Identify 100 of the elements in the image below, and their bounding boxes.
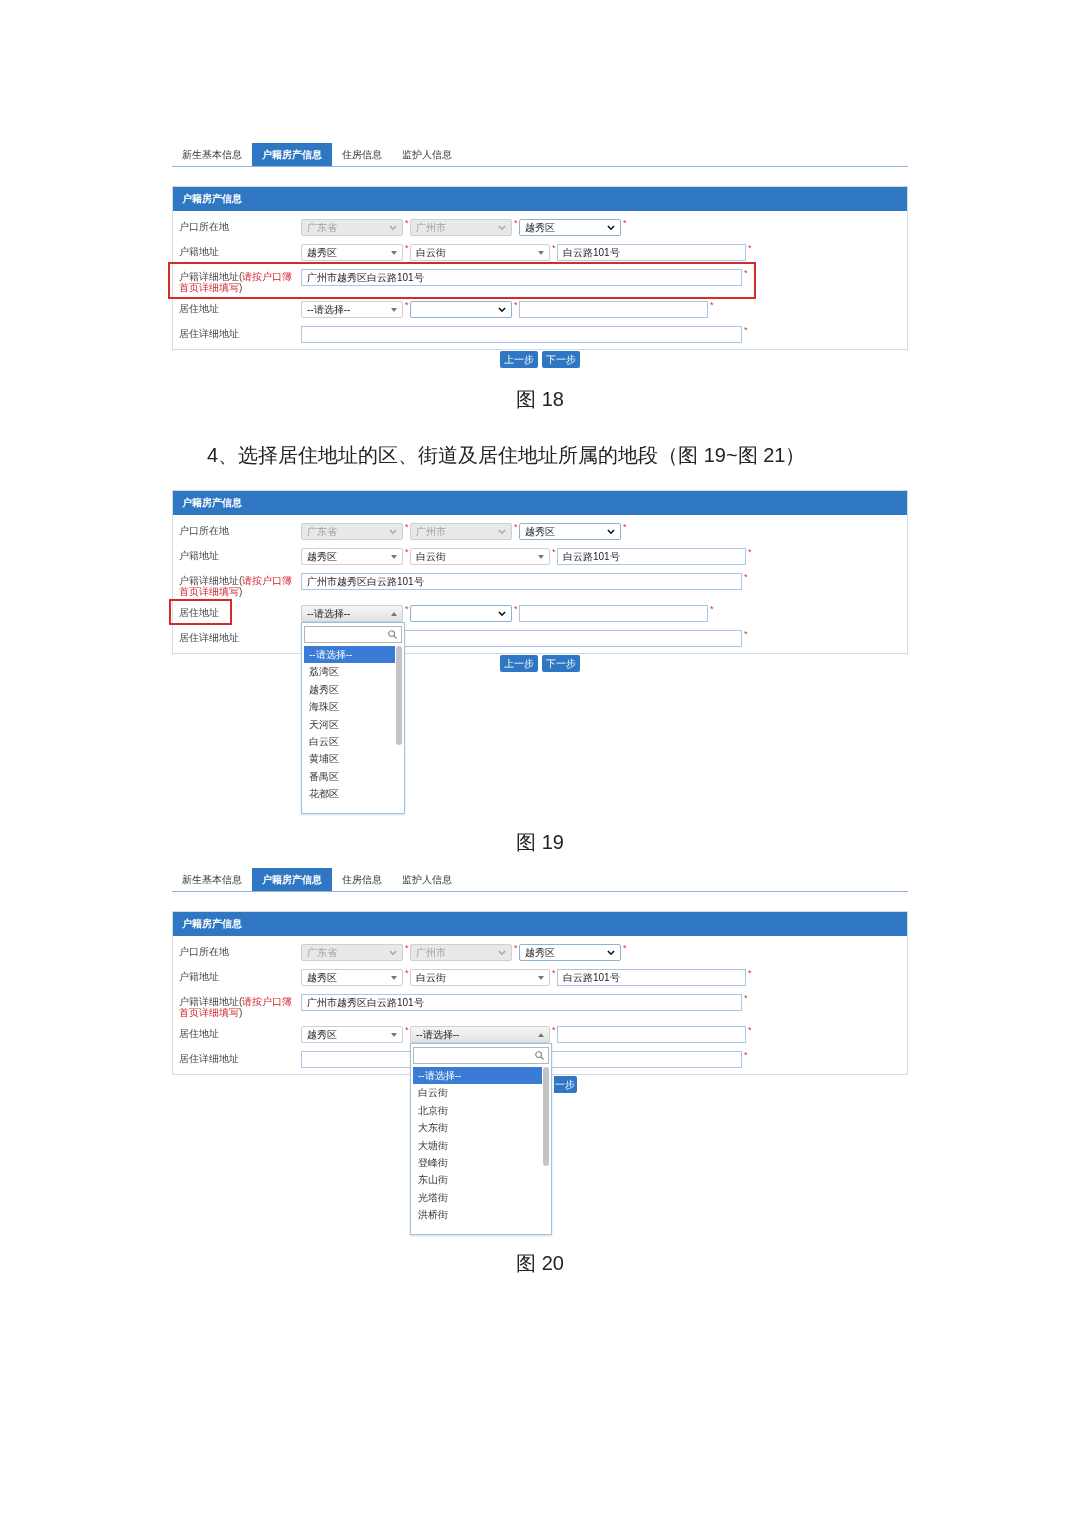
combo-field[interactable]: 白云街 bbox=[410, 548, 550, 565]
caret-down-icon bbox=[538, 554, 544, 559]
tab[interactable]: 监护人信息 bbox=[392, 868, 462, 891]
text-field[interactable]: 白云路101号 bbox=[557, 244, 746, 261]
select-field[interactable]: 越秀区 bbox=[519, 944, 621, 961]
text-field[interactable] bbox=[519, 301, 708, 318]
figure-caption: 图 19 bbox=[516, 831, 564, 853]
text-field[interactable]: 广州市越秀区白云路101号 bbox=[301, 573, 742, 590]
previous-step-button[interactable]: 上一步 bbox=[500, 655, 538, 672]
tab[interactable]: 监护人信息 bbox=[392, 143, 462, 166]
required-mark: * bbox=[404, 548, 410, 556]
select-field[interactable]: 越秀区 bbox=[519, 219, 621, 236]
chevron-down-icon bbox=[498, 610, 506, 617]
search-field[interactable] bbox=[413, 1047, 549, 1064]
tab[interactable]: 新生基本信息 bbox=[172, 143, 252, 166]
dropdown-option[interactable]: 越秀区 bbox=[304, 680, 395, 699]
dropdown-option[interactable]: 白云区 bbox=[304, 732, 395, 751]
required-mark: * bbox=[513, 605, 519, 613]
required-mark: * bbox=[404, 523, 410, 531]
dropdown-option[interactable]: 白云街 bbox=[413, 1084, 542, 1102]
required-mark: * bbox=[709, 605, 715, 613]
text-field[interactable]: 白云路101号 bbox=[557, 548, 746, 565]
next-step-button[interactable]: 下一步 bbox=[542, 655, 580, 672]
previous-step-button[interactable]: 上一步 bbox=[500, 351, 538, 368]
search-icon bbox=[535, 1051, 544, 1060]
dropdown-option[interactable]: --请选择-- bbox=[413, 1067, 542, 1085]
required-mark: * bbox=[622, 219, 628, 227]
tab[interactable]: 住房信息 bbox=[332, 868, 392, 891]
chevron-down-icon bbox=[498, 306, 506, 313]
required-mark: * bbox=[404, 219, 410, 227]
required-mark: * bbox=[404, 969, 410, 977]
caret-up-icon bbox=[538, 1032, 544, 1037]
combo-field[interactable]: --请选择-- bbox=[410, 1026, 550, 1043]
text-field[interactable] bbox=[557, 1026, 746, 1043]
tab[interactable]: 户籍房产信息 bbox=[252, 143, 332, 166]
scrollbar[interactable] bbox=[543, 1067, 549, 1166]
chevron-down-icon bbox=[607, 528, 615, 535]
dropdown-option[interactable]: 北京街 bbox=[413, 1101, 542, 1120]
dropdown-option[interactable]: 大塘街 bbox=[413, 1136, 542, 1154]
dropdown-option[interactable]: 海珠区 bbox=[304, 698, 395, 716]
select-field[interactable] bbox=[410, 301, 512, 318]
combo-field[interactable]: --请选择-- bbox=[301, 605, 403, 622]
text-field[interactable] bbox=[519, 605, 708, 622]
text-field[interactable]: 广州市越秀区白云路101号 bbox=[301, 994, 742, 1011]
dropdown-option[interactable]: 番禺区 bbox=[304, 767, 395, 786]
combo-field[interactable]: 越秀区 bbox=[301, 969, 403, 986]
dropdown-option[interactable]: 黄埔区 bbox=[304, 750, 395, 768]
search-icon bbox=[388, 630, 397, 639]
instruction-text: 4、选择居住地址的区、街道及居住地址所属的地段（图 19~图 21） bbox=[207, 444, 806, 466]
field-label: 户籍详细地址(请按户口簿首页详细填写) bbox=[179, 996, 293, 1018]
combo-field[interactable]: 越秀区 bbox=[301, 1026, 403, 1043]
dropdown-option[interactable]: 荔湾区 bbox=[304, 663, 395, 681]
required-mark: * bbox=[743, 573, 749, 581]
required-mark: * bbox=[551, 969, 557, 977]
select-field[interactable] bbox=[410, 605, 512, 622]
text-field[interactable]: 广州市越秀区白云路101号 bbox=[301, 269, 742, 286]
field-label: 居住详细地址 bbox=[179, 632, 239, 643]
field-label: 户籍地址 bbox=[179, 550, 219, 561]
chevron-down-icon bbox=[389, 528, 397, 535]
field-label: 居住详细地址 bbox=[179, 1053, 239, 1064]
dropdown-option[interactable]: 花都区 bbox=[304, 785, 395, 803]
dropdown-option[interactable]: 天河区 bbox=[304, 715, 395, 733]
chevron-down-icon bbox=[389, 949, 397, 956]
required-mark: * bbox=[404, 944, 410, 952]
tab[interactable]: 新生基本信息 bbox=[172, 868, 252, 891]
search-field[interactable] bbox=[304, 626, 402, 643]
dropdown-option[interactable]: 洪桥街 bbox=[413, 1206, 542, 1224]
field-label: 户籍详细地址(请按户口簿首页详细填写) bbox=[179, 271, 293, 293]
text-field[interactable]: 白云路101号 bbox=[557, 969, 746, 986]
dropdown-option[interactable]: 大东街 bbox=[413, 1119, 542, 1137]
caret-down-icon bbox=[391, 975, 397, 980]
field-label: 户口所在地 bbox=[179, 525, 229, 536]
required-mark: * bbox=[513, 301, 519, 309]
combo-field[interactable]: 越秀区 bbox=[301, 548, 403, 565]
chevron-down-icon bbox=[607, 949, 615, 956]
caret-down-icon bbox=[538, 975, 544, 980]
tab[interactable]: 住房信息 bbox=[332, 143, 392, 166]
combo-field[interactable]: 白云街 bbox=[410, 969, 550, 986]
dropdown-option[interactable]: 东山街 bbox=[413, 1171, 542, 1189]
required-mark: * bbox=[404, 1026, 410, 1034]
caret-down-icon bbox=[391, 250, 397, 255]
next-step-button[interactable]: 一步 bbox=[554, 1076, 577, 1093]
scrollbar[interactable] bbox=[396, 646, 402, 745]
required-mark: * bbox=[743, 1051, 749, 1059]
dropdown-option[interactable]: --请选择-- bbox=[304, 646, 395, 664]
combo-field[interactable]: --请选择-- bbox=[301, 301, 403, 318]
field-label: 户籍详细地址(请按户口簿首页详细填写) bbox=[179, 575, 293, 597]
chevron-down-icon bbox=[498, 528, 506, 535]
dropdown-option[interactable]: 登峰街 bbox=[413, 1153, 542, 1172]
required-mark: * bbox=[551, 548, 557, 556]
dropdown-option[interactable]: 光塔街 bbox=[413, 1188, 542, 1207]
text-field[interactable] bbox=[301, 326, 742, 343]
combo-field[interactable]: 白云街 bbox=[410, 244, 550, 261]
next-step-button[interactable]: 下一步 bbox=[542, 351, 580, 368]
tab[interactable]: 户籍房产信息 bbox=[252, 868, 332, 891]
combo-field[interactable]: 越秀区 bbox=[301, 244, 403, 261]
select-field[interactable]: 越秀区 bbox=[519, 523, 621, 540]
field-label: 居住详细地址 bbox=[179, 328, 239, 339]
required-mark: * bbox=[743, 630, 749, 638]
caret-up-icon bbox=[391, 611, 397, 616]
